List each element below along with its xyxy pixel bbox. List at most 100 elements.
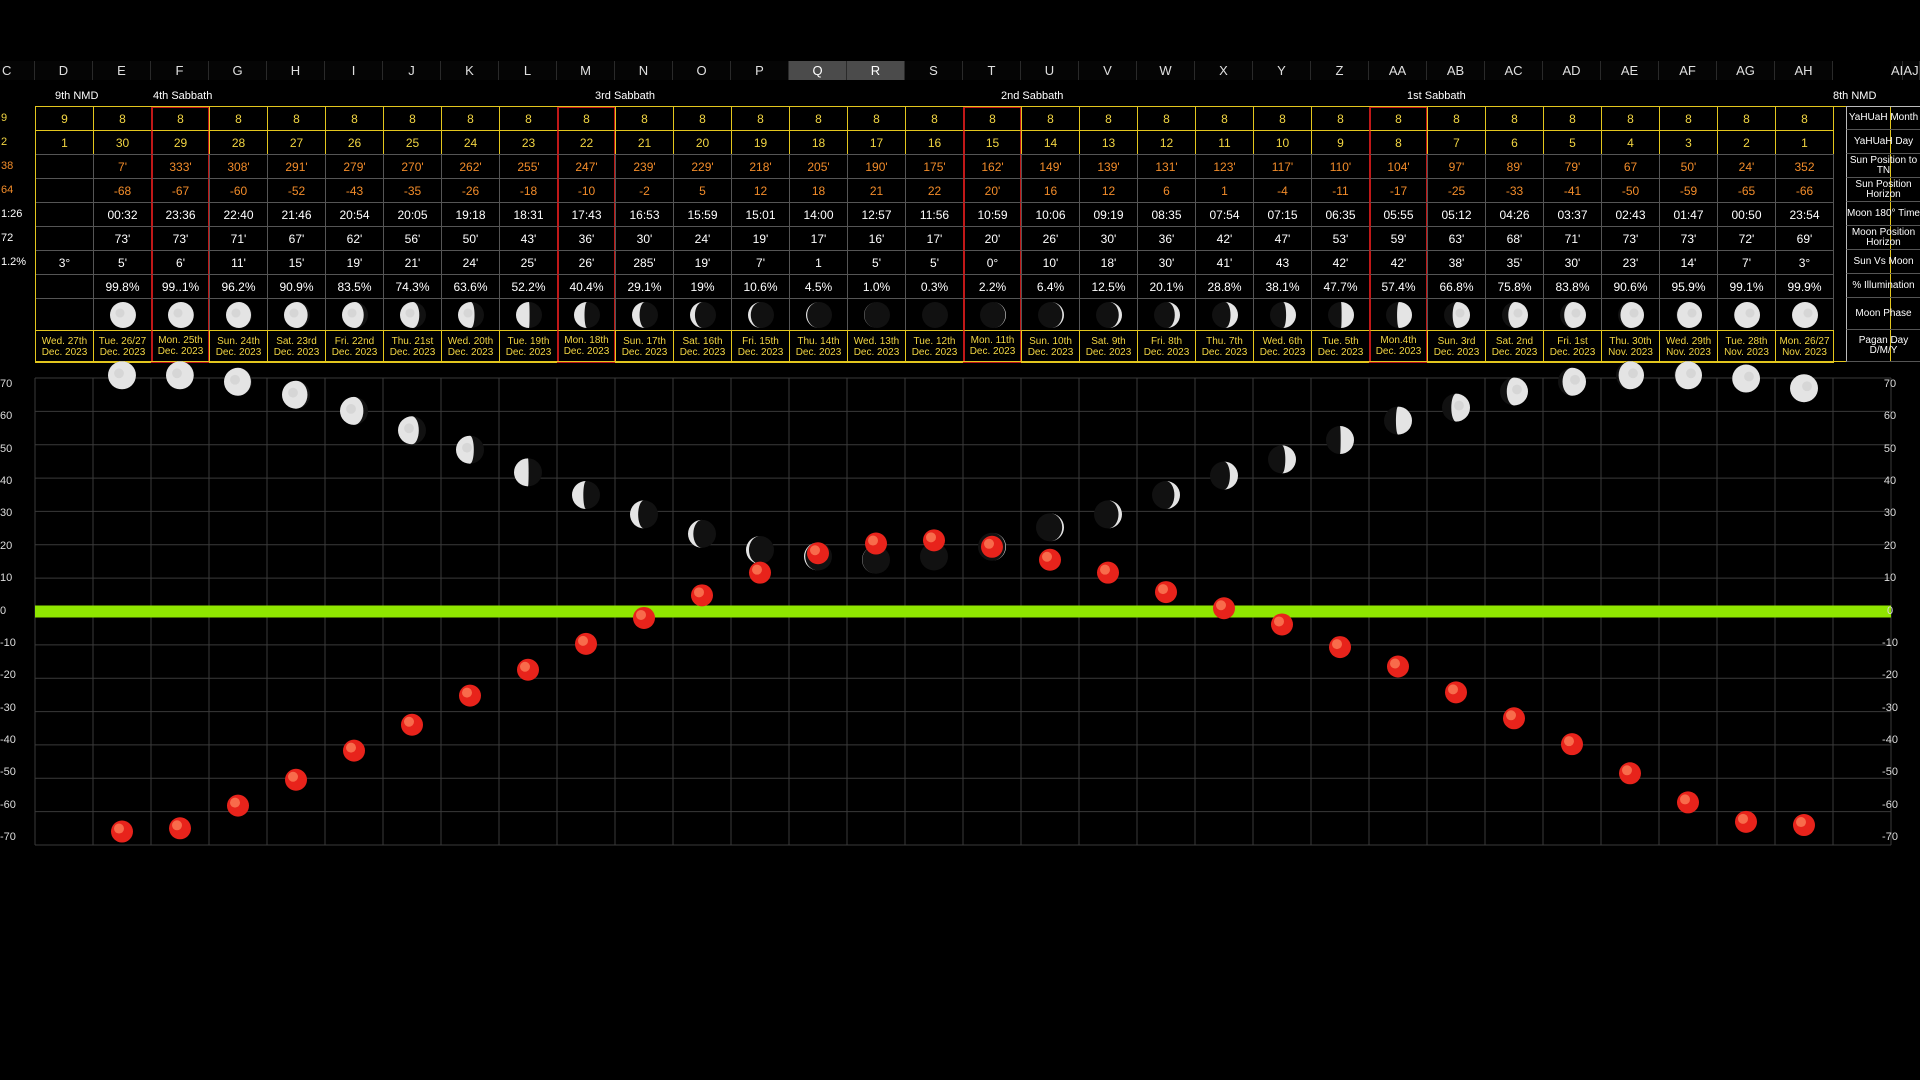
column-c-value[interactable]: 1:26 xyxy=(0,202,32,226)
cell-sun-vs-moon-z[interactable]: 42' xyxy=(1311,250,1370,275)
cell-sun-position-tn-k[interactable]: 262' xyxy=(441,154,500,179)
cell-moon-position-horizon-e[interactable]: 73' xyxy=(93,226,152,251)
cell-sun-vs-moon-v[interactable]: 18' xyxy=(1079,250,1138,275)
cell-moon-position-horizon-ag[interactable]: 72' xyxy=(1717,226,1776,251)
column-header-ae[interactable]: AE xyxy=(1601,61,1659,80)
cell-sun-position-horizon-ab[interactable]: -25 xyxy=(1427,178,1486,203)
cell-sun-position-tn-p[interactable]: 218' xyxy=(731,154,790,179)
cell-sun-vs-moon-r[interactable]: 5' xyxy=(847,250,906,275)
cell-illumination-g[interactable]: 96.2% xyxy=(209,274,268,299)
cell-illumination-s[interactable]: 0.3% xyxy=(905,274,964,299)
cell-moon-180-time-ag[interactable]: 00:50 xyxy=(1717,202,1776,227)
cell-yahuah-day-o[interactable]: 20 xyxy=(673,130,732,155)
cell-pagan-day-w[interactable]: Fri. 8th Dec. 2023 xyxy=(1137,330,1196,363)
cell-moon-phase-w[interactable] xyxy=(1137,298,1196,331)
cell-sun-vs-moon-o[interactable]: 19' xyxy=(673,250,732,275)
cell-yahuah-day-e[interactable]: 30 xyxy=(93,130,152,155)
cell-moon-position-horizon-z[interactable]: 53' xyxy=(1311,226,1370,251)
cell-moon-phase-i[interactable] xyxy=(325,298,384,331)
cell-pagan-day-ag[interactable]: Tue. 28th Nov. 2023 xyxy=(1717,330,1776,363)
cell-yahuah-month-af[interactable]: 8 xyxy=(1659,106,1718,131)
column-header-t[interactable]: T xyxy=(963,61,1021,80)
cell-sun-position-horizon-m[interactable]: -10 xyxy=(557,178,616,203)
cell-moon-180-time-ah[interactable]: 23:54 xyxy=(1775,202,1834,227)
cell-sun-position-horizon-q[interactable]: 18 xyxy=(789,178,848,203)
cell-sun-position-tn-ac[interactable]: 89' xyxy=(1485,154,1544,179)
cell-pagan-day-e[interactable]: Tue. 26/27 Dec. 2023 xyxy=(93,330,152,363)
cell-sun-position-tn-j[interactable]: 270' xyxy=(383,154,442,179)
cell-sun-vs-moon-h[interactable]: 15' xyxy=(267,250,326,275)
column-header-r[interactable]: R xyxy=(847,61,905,80)
cell-moon-phase-ae[interactable] xyxy=(1601,298,1660,331)
cell-sun-vs-moon-ag[interactable]: 7' xyxy=(1717,250,1776,275)
column-header-g[interactable]: G xyxy=(209,61,267,80)
cell-moon-180-time-f[interactable]: 23:36 xyxy=(151,202,210,227)
cell-sun-position-horizon-t[interactable]: 20' xyxy=(963,178,1022,203)
cell-illumination-d[interactable] xyxy=(35,274,94,299)
cell-sun-position-horizon-d[interactable] xyxy=(35,178,94,203)
column-header-u[interactable]: U xyxy=(1021,61,1079,80)
cell-sun-position-tn-y[interactable]: 117' xyxy=(1253,154,1312,179)
cell-moon-180-time-t[interactable]: 10:59 xyxy=(963,202,1022,227)
cell-yahuah-day-aa[interactable]: 8 xyxy=(1369,130,1428,155)
cell-moon-position-horizon-n[interactable]: 30' xyxy=(615,226,674,251)
cell-moon-phase-y[interactable] xyxy=(1253,298,1312,331)
cell-yahuah-month-m[interactable]: 8 xyxy=(557,106,616,131)
cell-yahuah-day-ae[interactable]: 4 xyxy=(1601,130,1660,155)
cell-illumination-i[interactable]: 83.5% xyxy=(325,274,384,299)
cell-yahuah-month-ac[interactable]: 8 xyxy=(1485,106,1544,131)
cell-yahuah-month-k[interactable]: 8 xyxy=(441,106,500,131)
column-header-h[interactable]: H xyxy=(267,61,325,80)
cell-yahuah-month-e[interactable]: 8 xyxy=(93,106,152,131)
cell-pagan-day-d[interactable]: Wed. 27th Dec. 2023 xyxy=(35,330,94,363)
column-header-c[interactable]: C xyxy=(0,61,35,80)
cell-yahuah-day-w[interactable]: 12 xyxy=(1137,130,1196,155)
column-header-v[interactable]: V xyxy=(1079,61,1137,80)
cell-moon-position-horizon-j[interactable]: 56' xyxy=(383,226,442,251)
cell-yahuah-month-v[interactable]: 8 xyxy=(1079,106,1138,131)
cell-sun-position-horizon-h[interactable]: -52 xyxy=(267,178,326,203)
cell-moon-phase-n[interactable] xyxy=(615,298,674,331)
cell-pagan-day-u[interactable]: Sun. 10th Dec. 2023 xyxy=(1021,330,1080,363)
cell-sun-position-horizon-z[interactable]: -11 xyxy=(1311,178,1370,203)
cell-sun-position-horizon-ag[interactable]: -65 xyxy=(1717,178,1776,203)
cell-pagan-day-x[interactable]: Thu. 7th Dec. 2023 xyxy=(1195,330,1254,363)
cell-yahuah-month-ag[interactable]: 8 xyxy=(1717,106,1776,131)
cell-pagan-day-f[interactable]: Mon. 25th Dec. 2023 xyxy=(151,330,210,363)
column-header-l[interactable]: L xyxy=(499,61,557,80)
cell-pagan-day-o[interactable]: Sat. 16th Dec. 2023 xyxy=(673,330,732,363)
cell-yahuah-month-y[interactable]: 8 xyxy=(1253,106,1312,131)
cell-yahuah-day-ad[interactable]: 5 xyxy=(1543,130,1602,155)
cell-moon-180-time-o[interactable]: 15:59 xyxy=(673,202,732,227)
cell-moon-phase-aa[interactable] xyxy=(1369,298,1428,331)
cell-pagan-day-z[interactable]: Tue. 5th Dec. 2023 xyxy=(1311,330,1370,363)
cell-moon-phase-t[interactable] xyxy=(963,298,1022,331)
cell-sun-vs-moon-g[interactable]: 11' xyxy=(209,250,268,275)
cell-moon-phase-v[interactable] xyxy=(1079,298,1138,331)
cell-moon-position-horizon-ab[interactable]: 63' xyxy=(1427,226,1486,251)
cell-yahuah-month-ad[interactable]: 8 xyxy=(1543,106,1602,131)
cell-sun-position-horizon-y[interactable]: -4 xyxy=(1253,178,1312,203)
column-header-k[interactable]: K xyxy=(441,61,499,80)
cell-sun-position-tn-u[interactable]: 149' xyxy=(1021,154,1080,179)
cell-moon-position-horizon-i[interactable]: 62' xyxy=(325,226,384,251)
column-header-ag[interactable]: AG xyxy=(1717,61,1775,80)
cell-moon-180-time-d[interactable] xyxy=(35,202,94,227)
cell-sun-position-horizon-u[interactable]: 16 xyxy=(1021,178,1080,203)
cell-sun-vs-moon-q[interactable]: 1 xyxy=(789,250,848,275)
cell-moon-180-time-g[interactable]: 22:40 xyxy=(209,202,268,227)
cell-moon-phase-m[interactable] xyxy=(557,298,616,331)
cell-moon-position-horizon-w[interactable]: 36' xyxy=(1137,226,1196,251)
cell-illumination-f[interactable]: 99..1% xyxy=(151,274,210,299)
cell-moon-180-time-e[interactable]: 00:32 xyxy=(93,202,152,227)
column-header-e[interactable]: E xyxy=(93,61,151,80)
cell-yahuah-month-f[interactable]: 8 xyxy=(151,106,210,131)
cell-sun-position-horizon-k[interactable]: -26 xyxy=(441,178,500,203)
column-c-value[interactable]: 9 xyxy=(0,106,32,130)
column-header-ab[interactable]: AB xyxy=(1427,61,1485,80)
cell-moon-position-horizon-af[interactable]: 73' xyxy=(1659,226,1718,251)
cell-moon-position-horizon-f[interactable]: 73' xyxy=(151,226,210,251)
cell-sun-position-horizon-ac[interactable]: -33 xyxy=(1485,178,1544,203)
cell-moon-position-horizon-x[interactable]: 42' xyxy=(1195,226,1254,251)
cell-moon-phase-g[interactable] xyxy=(209,298,268,331)
